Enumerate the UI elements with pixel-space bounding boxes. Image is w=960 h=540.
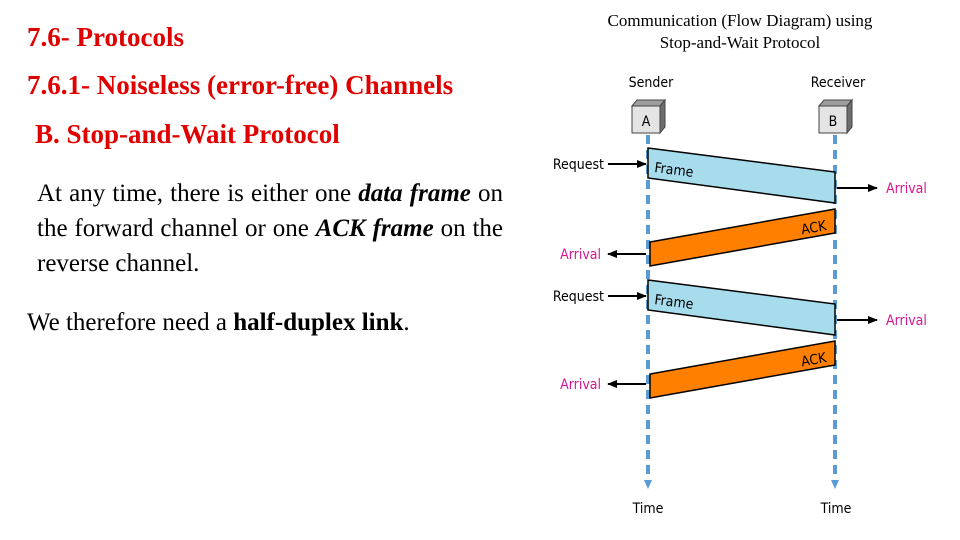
receiver-time-arrowhead	[831, 480, 839, 489]
request-label: Request	[553, 157, 604, 173]
sender-label: Sender	[629, 75, 674, 91]
receiver-label: Receiver	[811, 75, 866, 91]
sender-arrival-label: Arrival	[560, 247, 601, 263]
receiver-arrival-label: Arrival	[886, 181, 927, 197]
node-b-box: B	[817, 98, 854, 135]
receiver-arrival-label: Arrival	[886, 313, 927, 329]
node-a-label: A	[642, 114, 651, 130]
node-b-label: B	[829, 114, 838, 130]
flow-diagram: Sender Receiver A B Frame Request Arriva…	[553, 75, 927, 517]
sender-time-arrowhead	[644, 480, 652, 489]
sender-time-label: Time	[632, 501, 664, 517]
sender-arrival-label: Arrival	[560, 377, 601, 393]
exchange-1: Frame Request Arrival ACK Arrival	[553, 147, 927, 267]
request-label: Request	[553, 289, 604, 305]
exchange-2: Frame Request Arrival ACK Arrival	[553, 279, 927, 399]
node-a-box: A	[630, 98, 667, 135]
receiver-time-label: Time	[820, 501, 852, 517]
